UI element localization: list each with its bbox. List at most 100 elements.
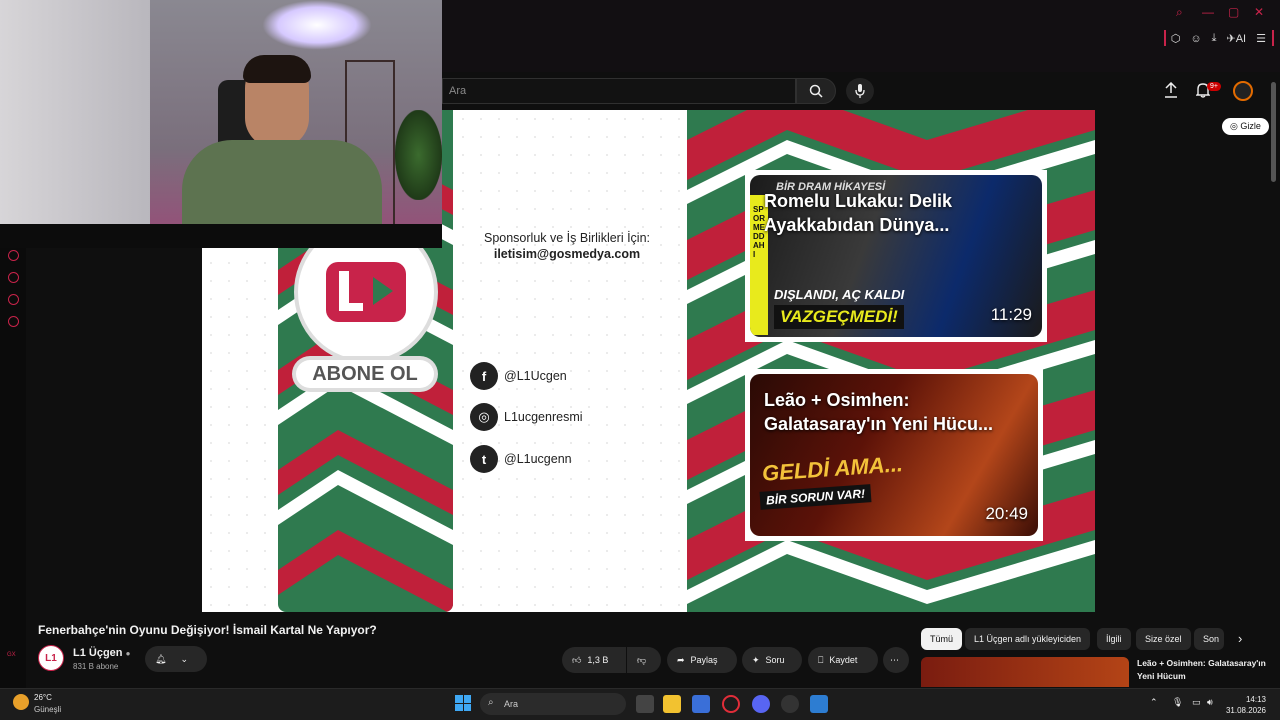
channel-avatar[interactable]: L1	[38, 645, 64, 671]
more-actions-button[interactable]: ⋯	[883, 647, 909, 673]
maximize-button[interactable]: ▢	[1228, 6, 1240, 18]
extensions-icon[interactable]: ⬡	[1171, 32, 1181, 45]
subscribe-bell-button[interactable]: 🔔︎ ⌄	[145, 646, 207, 672]
calculator-icon[interactable]	[810, 695, 828, 713]
divider	[1164, 30, 1166, 46]
create-button[interactable]	[1164, 81, 1178, 103]
weather-text: Güneşli	[34, 705, 62, 714]
divider	[1272, 30, 1274, 46]
thumb-overlay-top: GELDİ AMA...	[761, 451, 904, 486]
notification-badge: 9+	[1207, 82, 1221, 91]
endscreen-video-card[interactable]: SPOR MEDDAHI BİR DRAM HİKAYESİ Romelu Lu…	[745, 170, 1047, 342]
weather-icon	[13, 694, 29, 710]
browser-sidebar: GX	[0, 240, 26, 690]
minimize-button[interactable]: —	[1202, 6, 1214, 18]
store-icon[interactable]	[692, 695, 710, 713]
card-duration: 20:49	[985, 504, 1028, 523]
sponsor-line: Sponsorluk ve İş Birlikleri İçin:	[483, 231, 651, 245]
instagram-icon: ◎	[470, 403, 498, 431]
steam-icon[interactable]	[781, 695, 799, 713]
chip-related[interactable]: İlgili	[1097, 628, 1131, 650]
social-instagram[interactable]: ◎ L1ucgenresmi	[470, 403, 583, 431]
tray-chevron-icon[interactable]: ⌃	[1150, 697, 1158, 708]
video-title: Fenerbahçe'nin Oyunu Değişiyor! İsmail K…	[38, 623, 377, 637]
save-button[interactable]: ⎕ Kaydet	[808, 647, 878, 673]
search-input[interactable]: Ara	[442, 78, 796, 104]
sponsor-email: iletisim@gosmedya.com	[493, 247, 641, 261]
start-button[interactable]	[455, 695, 471, 711]
time: 14:13	[1245, 695, 1266, 704]
close-button[interactable]: ✕	[1254, 6, 1266, 18]
chip-for-you[interactable]: Size özel	[1136, 628, 1191, 650]
chat-icon[interactable]	[8, 294, 19, 305]
settings-icon[interactable]	[8, 316, 19, 327]
dislike-button[interactable]: 👎︎	[627, 647, 661, 673]
subscribe-badge[interactable]: ABONE OL	[296, 360, 434, 388]
thumbs-down-icon: 👎︎	[637, 654, 647, 665]
weather-temp: 26°C	[34, 693, 52, 702]
history-icon[interactable]	[8, 272, 19, 283]
chevron-right-icon[interactable]: ›	[1238, 631, 1242, 646]
taskbar-search[interactable]: Ara	[480, 693, 626, 715]
ask-button[interactable]: ✦ Soru	[742, 647, 802, 673]
search-icon: ⌕	[488, 697, 494, 708]
more-icon: ⋯	[890, 654, 899, 665]
sidebar-icon[interactable]	[8, 250, 19, 261]
opera-icon[interactable]	[722, 695, 740, 713]
chip-uploader[interactable]: L1 Üçgen adlı yükleyiciden	[965, 628, 1091, 650]
search-button[interactable]	[796, 78, 836, 104]
subscriber-count: 831 B abone	[73, 662, 119, 671]
chevron-down-icon: ⌄	[180, 653, 188, 664]
discord-icon[interactable]	[752, 695, 770, 713]
social-label: L1ucgenresmi	[504, 410, 583, 424]
social-label: @L1ucgenn	[504, 452, 572, 466]
desk	[0, 224, 442, 248]
like-button[interactable]: 👍︎ 1,3 B	[562, 647, 626, 673]
task-view-icon[interactable]	[636, 695, 654, 713]
l1-logo-icon	[326, 262, 406, 322]
mic-icon	[855, 84, 865, 98]
social-facebook[interactable]: f @L1Ucgen	[470, 362, 567, 390]
menu-icon[interactable]: ☰	[1256, 32, 1266, 45]
facebook-icon: f	[470, 362, 498, 390]
window-controls: ⌕ — ▢ ✕	[1176, 6, 1266, 18]
endscreen-video-card[interactable]: Leão + Osimhen: Galatasaray'ın Yeni Hücu…	[745, 369, 1043, 541]
webcam-overlay	[0, 0, 442, 248]
share-button[interactable]: ➦ Paylaş	[667, 647, 737, 673]
card-title: Romelu Lukaku: Delik Ayakkabıdan Dünya..…	[764, 191, 953, 235]
thumbs-up-icon: 👍︎	[572, 654, 582, 665]
download-icon[interactable]: ⤓	[1212, 32, 1217, 45]
side-video-title[interactable]: Leão + Osimhen: Galatasaray'ın Yeni Hücu…	[1137, 657, 1267, 683]
clock[interactable]: 14:13 31.08.2026	[1226, 694, 1266, 716]
user-avatar[interactable]	[1233, 81, 1253, 101]
bell-icon: 🔔︎	[155, 653, 167, 664]
channel-name[interactable]: L1 Üçgen ●	[73, 647, 130, 659]
account-icon[interactable]: ☺	[1190, 33, 1201, 45]
side-video-thumbnail[interactable]	[921, 657, 1129, 687]
person-hair	[243, 55, 311, 83]
page-scrollbar[interactable]	[1271, 82, 1276, 182]
lamp	[262, 0, 372, 50]
volume-icon[interactable]: 🔊︎	[1207, 697, 1213, 708]
mic-tray-icon[interactable]: 🎙︎	[1172, 697, 1183, 708]
chip-all[interactable]: Tümü	[921, 628, 963, 650]
plant	[395, 110, 442, 200]
hide-label: Gizle	[1240, 121, 1261, 131]
file-explorer-icon[interactable]	[663, 695, 681, 713]
share-icon: ➦	[677, 654, 685, 665]
search-icon[interactable]: ⌕	[1176, 6, 1188, 18]
network-icon[interactable]: ▭	[1192, 697, 1201, 708]
social-label: @L1Ucgen	[504, 369, 567, 383]
social-twitter[interactable]: t @L1ucgenn	[470, 445, 572, 473]
voice-search-button[interactable]	[846, 78, 874, 104]
chip-recent[interactable]: Son	[1194, 628, 1224, 650]
twitter-icon: t	[470, 445, 498, 473]
hide-button[interactable]: ◎ Gizle	[1222, 118, 1269, 135]
browser-toolbar: ⬡ ☺ ⤓ ✈AI ☰	[1171, 32, 1266, 45]
gx-icon: GX	[7, 652, 16, 658]
verified-icon: ●	[125, 649, 131, 658]
ai-button[interactable]: ✈AI	[1227, 32, 1247, 45]
search-icon	[809, 84, 823, 98]
wardrobe	[0, 0, 150, 248]
thumb-overlay-mid: DIŞLANDI, AÇ KALDI	[774, 287, 905, 302]
